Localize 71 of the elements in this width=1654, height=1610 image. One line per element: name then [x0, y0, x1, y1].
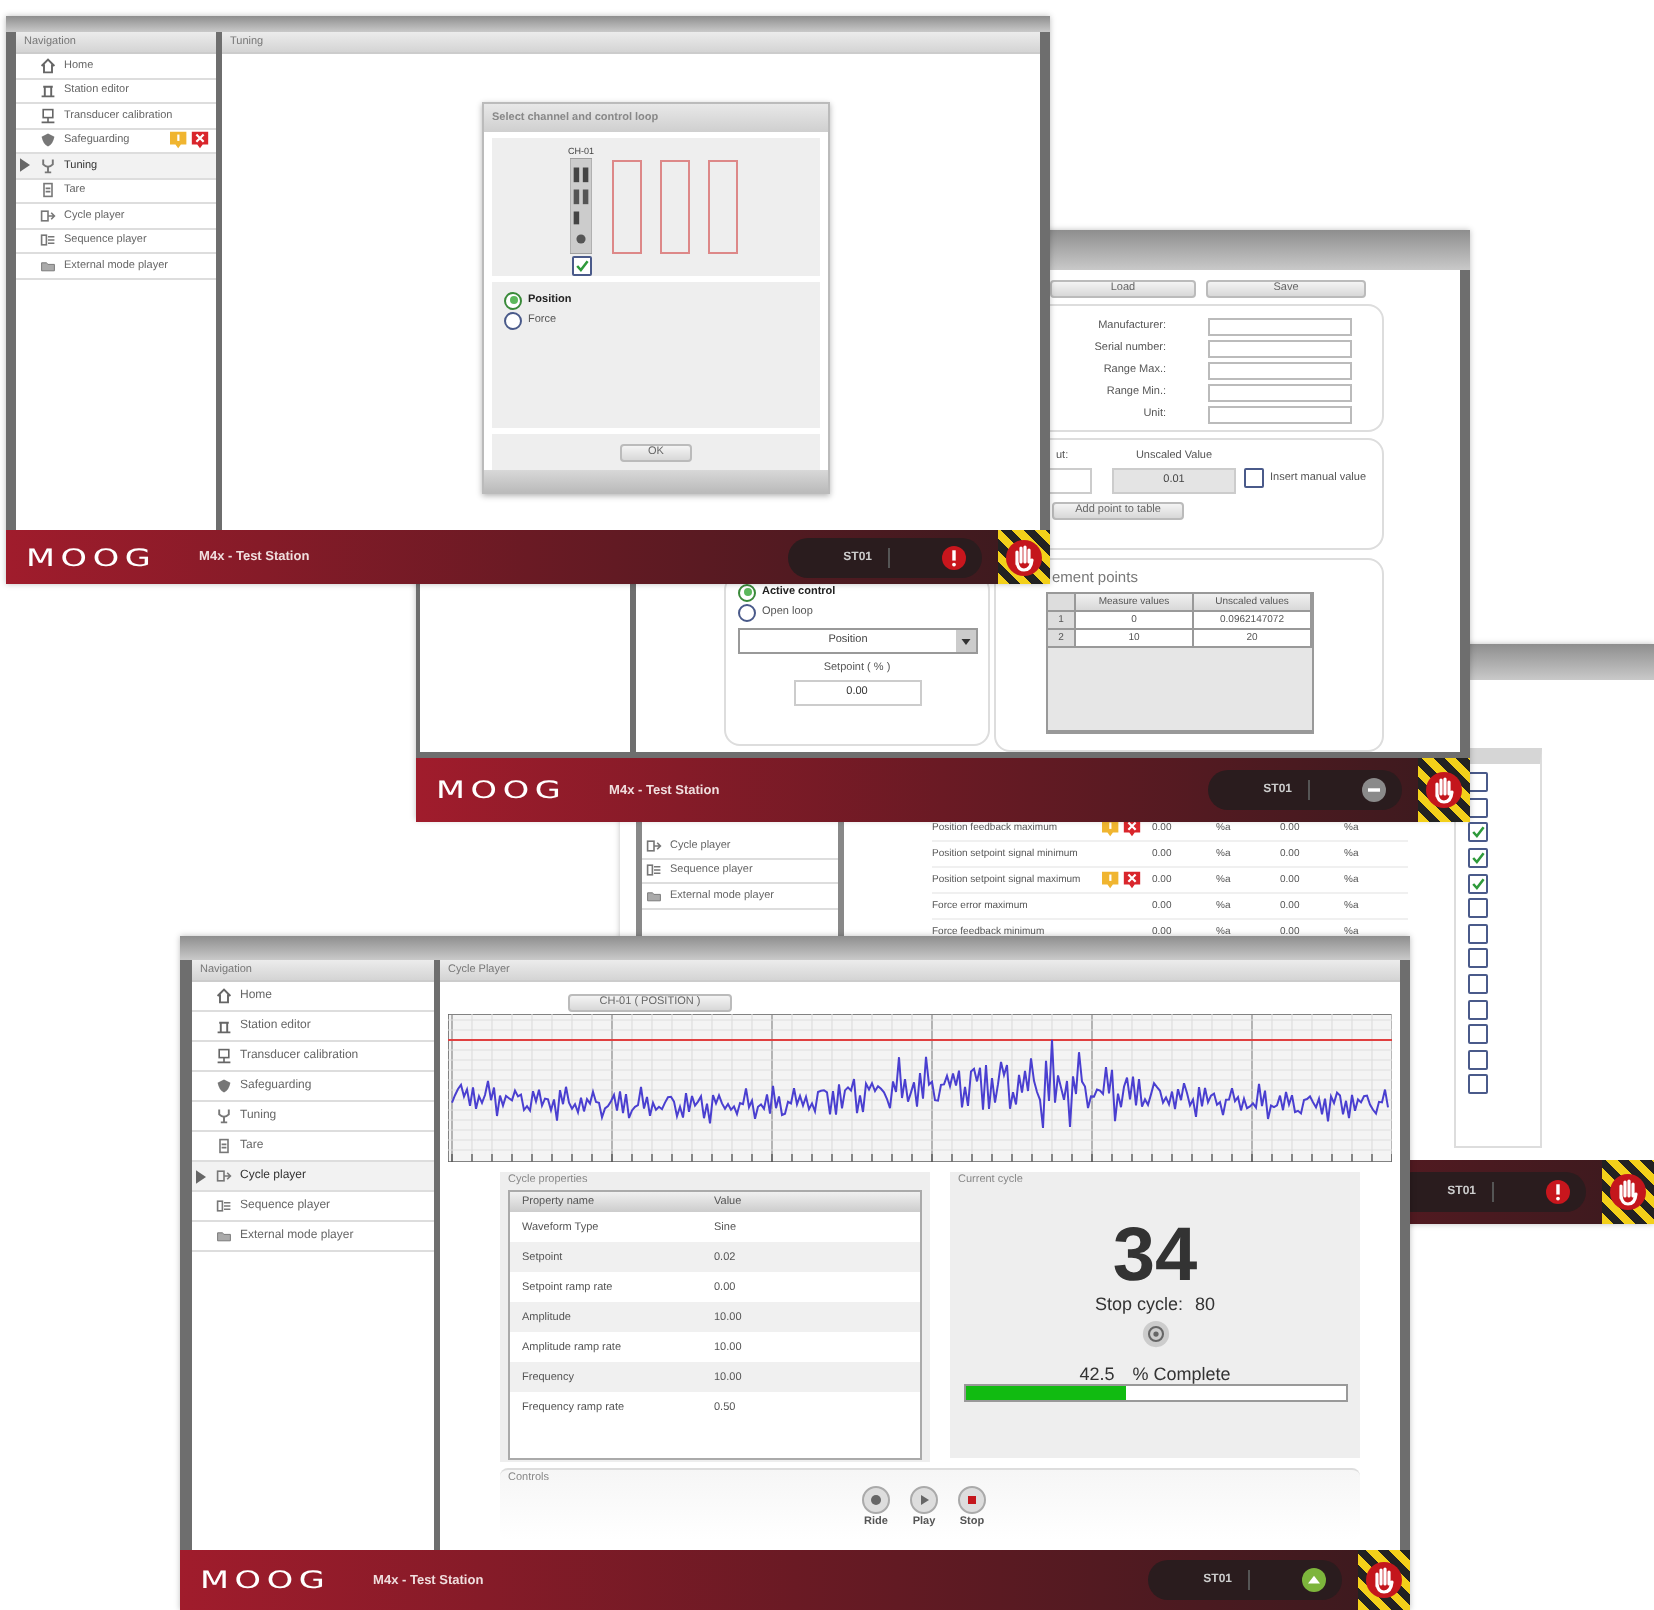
empty-slot: [612, 160, 643, 254]
weight-icon: [216, 1138, 232, 1154]
hand-icon: [1364, 1560, 1404, 1600]
checkbox[interactable]: [1468, 974, 1488, 995]
fork-icon: [40, 157, 56, 174]
logo-text: MOOG: [436, 776, 567, 804]
play-icon: [910, 1486, 938, 1514]
checkbox[interactable]: [1468, 898, 1488, 919]
emergency-stop-button[interactable]: [998, 530, 1050, 584]
stop-cycle-label: Stop cycle:: [1094, 1294, 1183, 1314]
device-icon: [40, 107, 56, 124]
fork-icon: [216, 1108, 232, 1124]
emergency-stop-button[interactable]: [1418, 758, 1470, 822]
player-icon: [216, 1168, 232, 1184]
player-icon: [40, 207, 56, 224]
list-icon: [40, 232, 56, 249]
checkbox[interactable]: [1244, 468, 1264, 488]
house-icon: [40, 57, 56, 74]
record-icon: [862, 1486, 890, 1514]
hand-icon: [1424, 770, 1464, 810]
checkbox[interactable]: [1468, 797, 1488, 818]
house-icon: [216, 988, 232, 1004]
input-field[interactable]: [1208, 406, 1352, 424]
stand-icon: [216, 1018, 232, 1034]
weight-icon: [40, 182, 56, 199]
checkbox[interactable]: [1468, 999, 1488, 1020]
input-field[interactable]: [1208, 340, 1352, 358]
empty-slot: [660, 160, 691, 254]
hand-icon: [1004, 537, 1044, 577]
checkbox[interactable]: [571, 256, 591, 276]
hand-icon: [1608, 1172, 1648, 1212]
checkbox[interactable]: [1468, 1074, 1488, 1095]
checkbox[interactable]: [1468, 848, 1488, 869]
stop-icon: [958, 1486, 986, 1514]
alert-icon: [1546, 1180, 1570, 1204]
checkbox[interactable]: [1468, 923, 1488, 944]
cycle-count: 34: [1112, 1218, 1198, 1294]
input-field[interactable]: [1208, 318, 1352, 336]
minus-icon: [1362, 778, 1386, 802]
shield-icon: [216, 1078, 232, 1094]
stop-cycle-value: 80: [1195, 1294, 1216, 1314]
checkbox[interactable]: [1468, 873, 1488, 894]
list-icon: [646, 862, 662, 879]
percent-label: % Complete: [1132, 1364, 1231, 1384]
empty-slot: [708, 160, 739, 254]
arrow-icon: [196, 1169, 206, 1183]
emergency-stop-button[interactable]: [1602, 1160, 1654, 1224]
player-icon: [646, 837, 662, 854]
list-icon: [216, 1198, 232, 1214]
alert-icon: [942, 545, 966, 569]
emergency-stop-button[interactable]: [1358, 1550, 1410, 1610]
shield-icon: [40, 132, 56, 149]
stand-icon: [40, 82, 56, 99]
checkbox[interactable]: [1468, 1049, 1488, 1070]
checkbox[interactable]: [1468, 1024, 1488, 1045]
folder-icon: [646, 887, 662, 904]
checkbox[interactable]: [1468, 772, 1488, 793]
percent-value: 42.5: [1079, 1364, 1115, 1384]
checkbox[interactable]: [1468, 948, 1488, 969]
arrow-icon: [20, 158, 30, 173]
folder-icon: [40, 257, 56, 274]
alert-badges-icon: [1100, 870, 1144, 890]
checkbox[interactable]: [1468, 822, 1488, 843]
folder-icon: [216, 1228, 232, 1244]
input-field[interactable]: [1208, 384, 1352, 402]
logo-text: MOOG: [200, 1566, 331, 1594]
controller-module-icon: [570, 158, 592, 254]
input-field[interactable]: [1208, 362, 1352, 380]
target-icon[interactable]: [1141, 1320, 1169, 1348]
logo-text: MOOG: [26, 543, 157, 571]
device-icon: [216, 1048, 232, 1064]
